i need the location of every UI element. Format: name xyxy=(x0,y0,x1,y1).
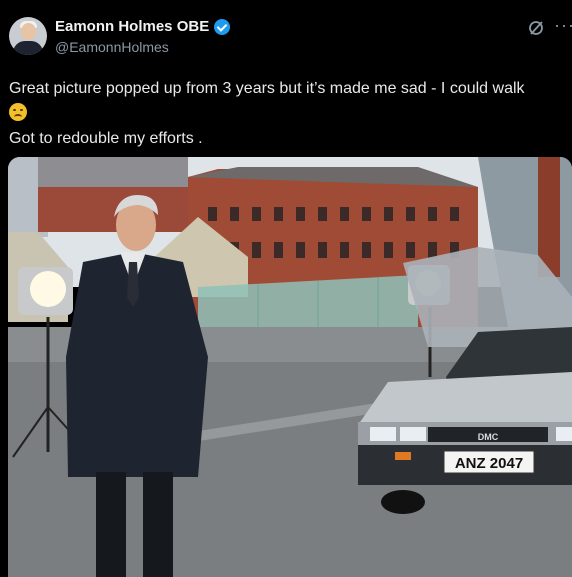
post-text-line-1: Great picture popped up from 3 years but… xyxy=(9,80,525,97)
author-name-row[interactable]: Eamonn Holmes OBE xyxy=(55,18,231,35)
post-text-line-3: Got to redouble my efforts . xyxy=(9,130,203,147)
grok-icon[interactable] xyxy=(528,20,544,36)
verified-badge-icon xyxy=(214,18,231,35)
post-photo[interactable]: DMC ANZ 2047 xyxy=(8,157,572,577)
car-badge: DMC xyxy=(478,432,499,442)
avatar[interactable] xyxy=(9,17,47,55)
post-text: Great picture popped up from 3 years but… xyxy=(9,76,569,151)
author-handle[interactable]: @EamonnHolmes xyxy=(55,39,169,55)
author-name[interactable]: Eamonn Holmes OBE xyxy=(55,18,209,35)
photo-scene: DMC ANZ 2047 xyxy=(8,157,572,577)
more-options-icon[interactable]: ··· xyxy=(554,16,572,34)
disappointed-face-icon xyxy=(9,103,27,121)
license-plate: ANZ 2047 xyxy=(455,455,523,472)
